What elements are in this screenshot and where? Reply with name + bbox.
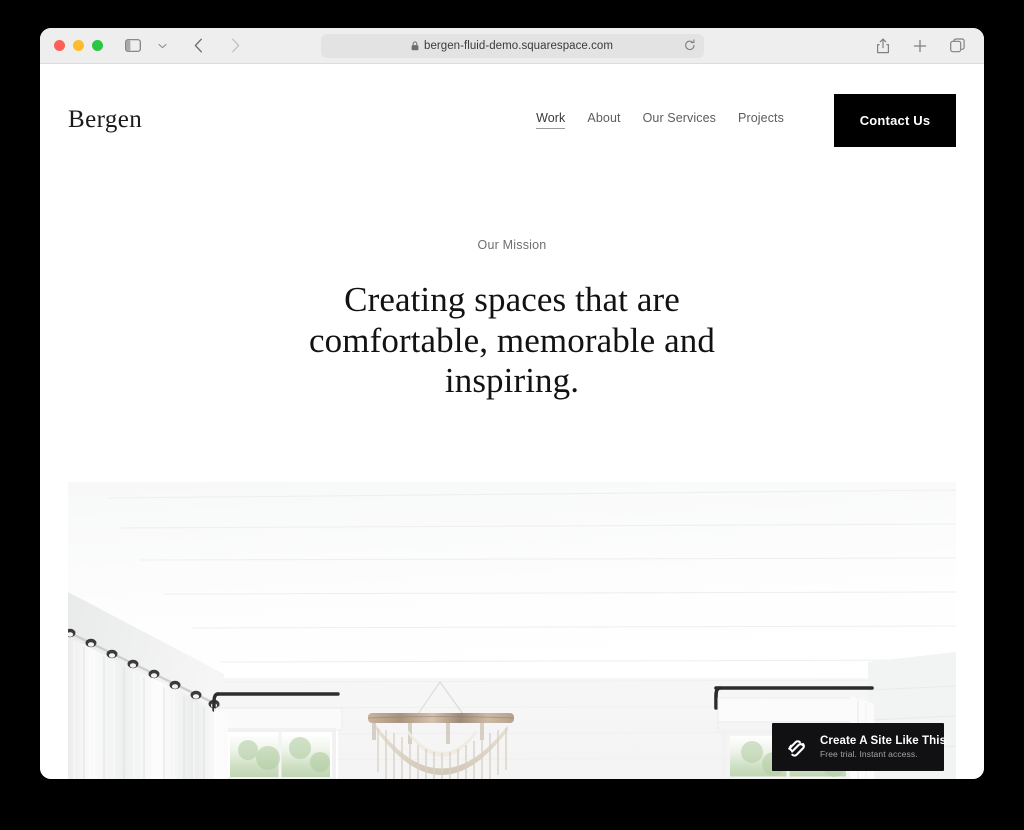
chevron-down-icon[interactable]	[149, 34, 175, 58]
address-text: bergen-fluid-demo.squarespace.com	[424, 39, 613, 52]
navigation-controls	[103, 34, 248, 58]
site-logo[interactable]: Bergen	[68, 106, 142, 134]
nav-link-our-services[interactable]: Our Services	[643, 111, 716, 129]
desktop-backdrop: bergen-fluid-demo.squarespace.com Bergen…	[0, 0, 1024, 830]
page-viewport: Bergen Work About Our Services Projects …	[40, 64, 984, 779]
nav-link-work[interactable]: Work	[536, 111, 566, 129]
share-icon[interactable]	[870, 34, 896, 58]
badge-subtitle: Free trial. Instant access.	[820, 749, 918, 759]
window-controls	[40, 40, 103, 51]
toolbar-right-actions	[870, 34, 970, 58]
lock-icon	[411, 40, 419, 51]
minimize-window-button[interactable]	[73, 40, 84, 51]
close-window-button[interactable]	[54, 40, 65, 51]
mission-eyebrow: Our Mission	[477, 238, 547, 252]
mission-section: Our Mission Creating spaces that are com…	[40, 176, 984, 402]
contact-us-button[interactable]: Contact Us	[834, 93, 956, 147]
badge-title: Create A Site Like This	[820, 735, 947, 747]
tab-overview-icon[interactable]	[944, 34, 970, 58]
squarespace-logo-icon	[785, 735, 809, 759]
site-header: Bergen Work About Our Services Projects …	[40, 64, 984, 176]
mission-heading: Creating spaces that are comfortable, me…	[309, 280, 715, 401]
sidebar-toggle-icon[interactable]	[120, 34, 146, 58]
forward-arrow-icon	[222, 34, 248, 58]
nav-link-projects[interactable]: Projects	[738, 111, 784, 129]
maximize-window-button[interactable]	[92, 40, 103, 51]
nav-link-about[interactable]: About	[587, 111, 620, 129]
address-bar[interactable]: bergen-fluid-demo.squarespace.com	[320, 33, 704, 58]
new-tab-icon[interactable]	[907, 34, 933, 58]
browser-window: bergen-fluid-demo.squarespace.com Bergen…	[40, 28, 984, 779]
hero-image: Create A Site Like This Free trial. Inst…	[68, 482, 956, 779]
site-nav: Work About Our Services Projects Contact…	[536, 93, 956, 147]
browser-toolbar: bergen-fluid-demo.squarespace.com	[40, 28, 984, 64]
squarespace-promo-badge[interactable]: Create A Site Like This Free trial. Inst…	[772, 723, 946, 771]
reload-icon[interactable]	[682, 38, 698, 54]
back-arrow-icon[interactable]	[185, 34, 211, 58]
badge-text-group: Create A Site Like This Free trial. Inst…	[820, 735, 946, 759]
